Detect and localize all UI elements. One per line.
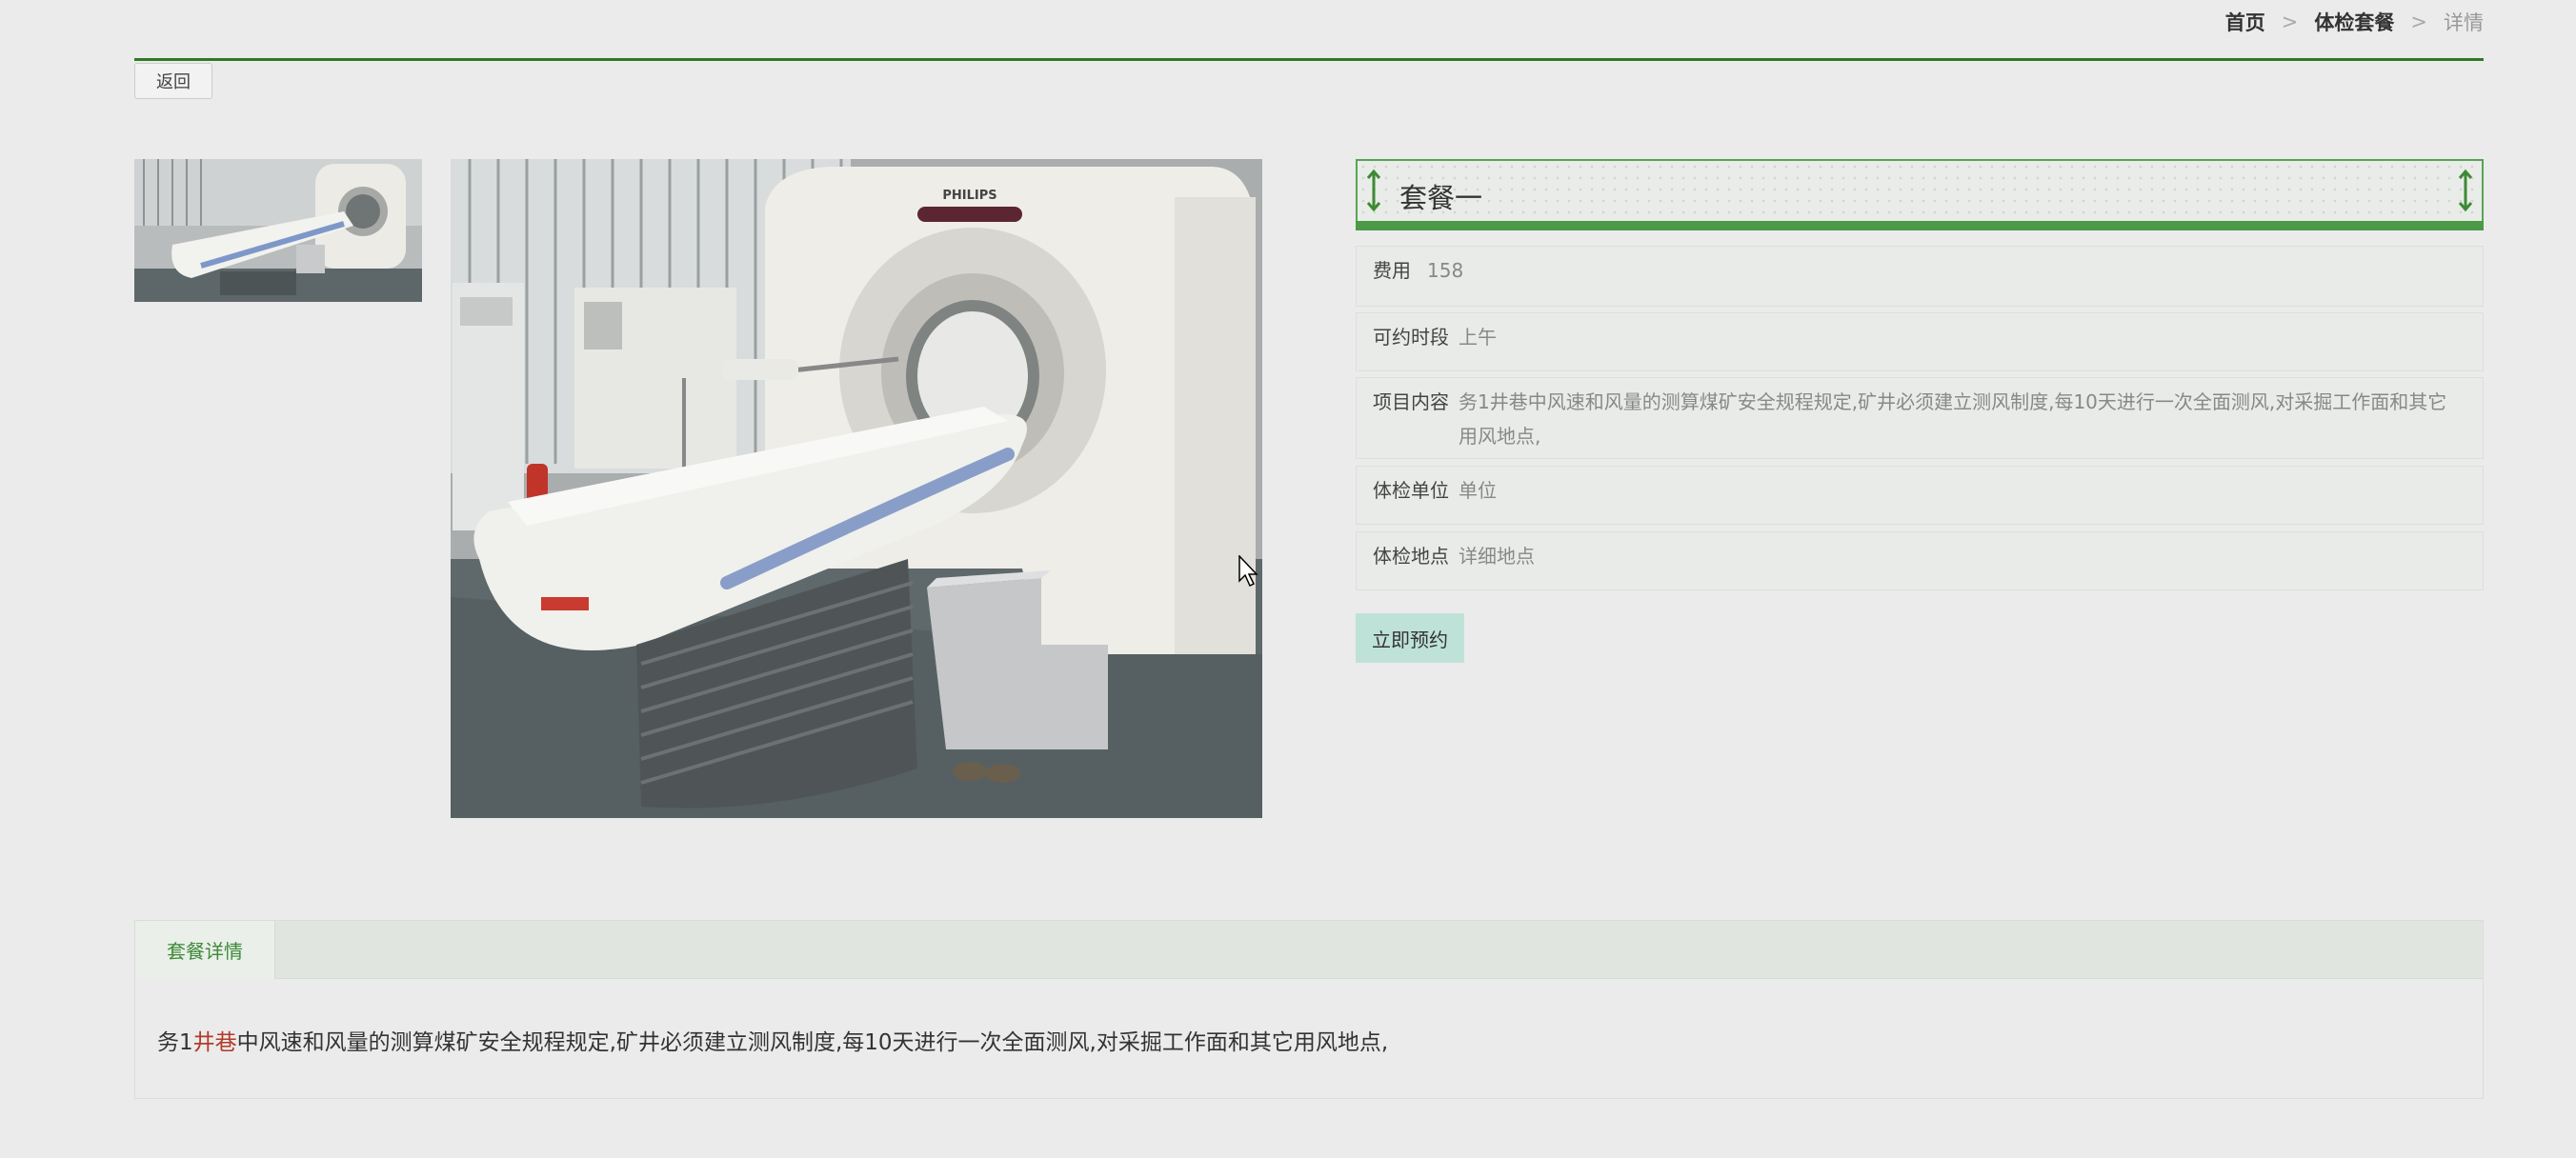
field-value: 详细地点 <box>1459 545 1535 568</box>
field-value: 上午 <box>1459 326 1497 349</box>
double-arrow-icon <box>2458 169 2473 212</box>
field-value: 单位 <box>1459 479 1497 502</box>
detail-highlight-text: 井巷 <box>192 1030 237 1055</box>
breadcrumb-separator: > <box>2281 10 2299 33</box>
back-button[interactable]: 返回 <box>134 63 212 99</box>
field-label: 项目内容 <box>1373 390 1449 413</box>
detail-text: 务1 <box>157 1030 193 1055</box>
breadcrumb-home-link[interactable]: 首页 <box>2225 8 2265 36</box>
breadcrumb-current: 详情 <box>2444 11 2484 34</box>
info-row-fee: 费用 158 <box>1356 246 2484 307</box>
info-row-unit: 体检单位 单位 <box>1356 466 2484 525</box>
header-divider <box>134 58 2484 61</box>
tab-package-details[interactable]: 套餐详情 <box>135 921 275 979</box>
mouse-cursor-icon <box>1238 555 1258 588</box>
field-label: 可约时段 <box>1373 326 1449 349</box>
info-row-time-slot: 可约时段 上午 <box>1356 312 2484 371</box>
package-title-underline <box>1356 221 2484 230</box>
breadcrumb-separator: > <box>2410 10 2427 33</box>
brand-logo: PHILIPS <box>942 189 996 203</box>
field-value: 158 <box>1427 259 1464 282</box>
package-name: 套餐一 <box>1399 182 1483 214</box>
detail-tab-bar: 套餐详情 <box>135 921 2483 979</box>
detail-content: 务1井巷中风速和风量的测算煤矿安全规程规定,矿井必须建立测风制度,每10天进行一… <box>157 1024 1388 1056</box>
main-product-image: PHILIPS <box>451 159 1262 818</box>
field-label: 体检单位 <box>1373 479 1449 502</box>
info-row-location: 体检地点 详细地点 <box>1356 531 2484 590</box>
breadcrumb-packages-link[interactable]: 体检套餐 <box>2314 8 2394 36</box>
info-row-content: 项目内容 务1井巷中风速和风量的测算煤矿安全规程规定,矿井必须建立测风制度,每1… <box>1356 377 2484 459</box>
detail-panel: 套餐详情 务1井巷中风速和风量的测算煤矿安全规程规定,矿井必须建立测风制度,每1… <box>134 920 2484 1099</box>
breadcrumb: 首页 > 体检套餐 > 详情 <box>2225 8 2484 36</box>
field-label: 费用 <box>1373 259 1411 282</box>
field-value: 务1井巷中风速和风量的测算煤矿安全规程规定,矿井必须建立测风制度,每10天进行一… <box>1459 390 2447 448</box>
package-title-panel: 套餐一 <box>1356 159 2484 230</box>
book-now-button[interactable]: 立即预约 <box>1356 613 1464 663</box>
thumbnail-image[interactable] <box>134 159 422 302</box>
double-arrow-icon <box>1366 169 1381 212</box>
field-label: 体检地点 <box>1373 545 1449 568</box>
detail-text: 中风速和风量的测算煤矿安全规程规定,矿井必须建立测风制度,每10天进行一次全面测… <box>236 1030 1389 1055</box>
